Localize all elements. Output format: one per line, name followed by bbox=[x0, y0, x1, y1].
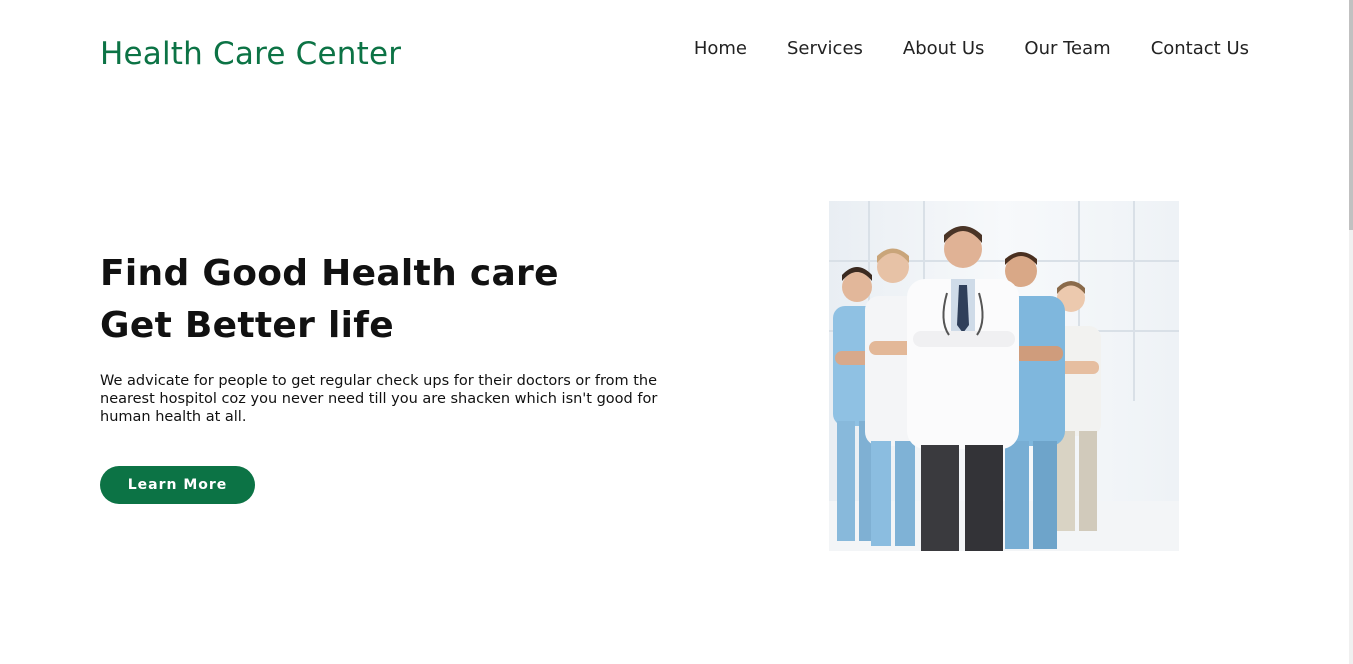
nav-link-services[interactable]: Services bbox=[787, 38, 863, 59]
nav-link-about-us[interactable]: About Us bbox=[903, 38, 985, 59]
learn-more-button[interactable]: Learn More bbox=[100, 466, 255, 504]
hero-title-line-1: Find Good Health care bbox=[100, 253, 559, 294]
scrollbar-thumb[interactable] bbox=[1349, 0, 1353, 230]
page: Health Care Center Home Services About U… bbox=[0, 0, 1353, 664]
hero-title: Find Good Health care Get Better life bbox=[100, 248, 559, 352]
nav-link-home[interactable]: Home bbox=[694, 38, 747, 59]
nav-link-our-team[interactable]: Our Team bbox=[1024, 38, 1110, 59]
hero-image-doctors bbox=[829, 201, 1179, 551]
hero-description: We advicate for people to get regular ch… bbox=[100, 373, 658, 425]
nav-link-contact-us[interactable]: Contact Us bbox=[1151, 38, 1249, 59]
page-scrollbar[interactable] bbox=[1349, 0, 1353, 664]
brand-logo-text[interactable]: Health Care Center bbox=[100, 36, 401, 72]
main-nav: Home Services About Us Our Team Contact … bbox=[694, 38, 1249, 59]
hero-title-line-2: Get Better life bbox=[100, 305, 394, 346]
